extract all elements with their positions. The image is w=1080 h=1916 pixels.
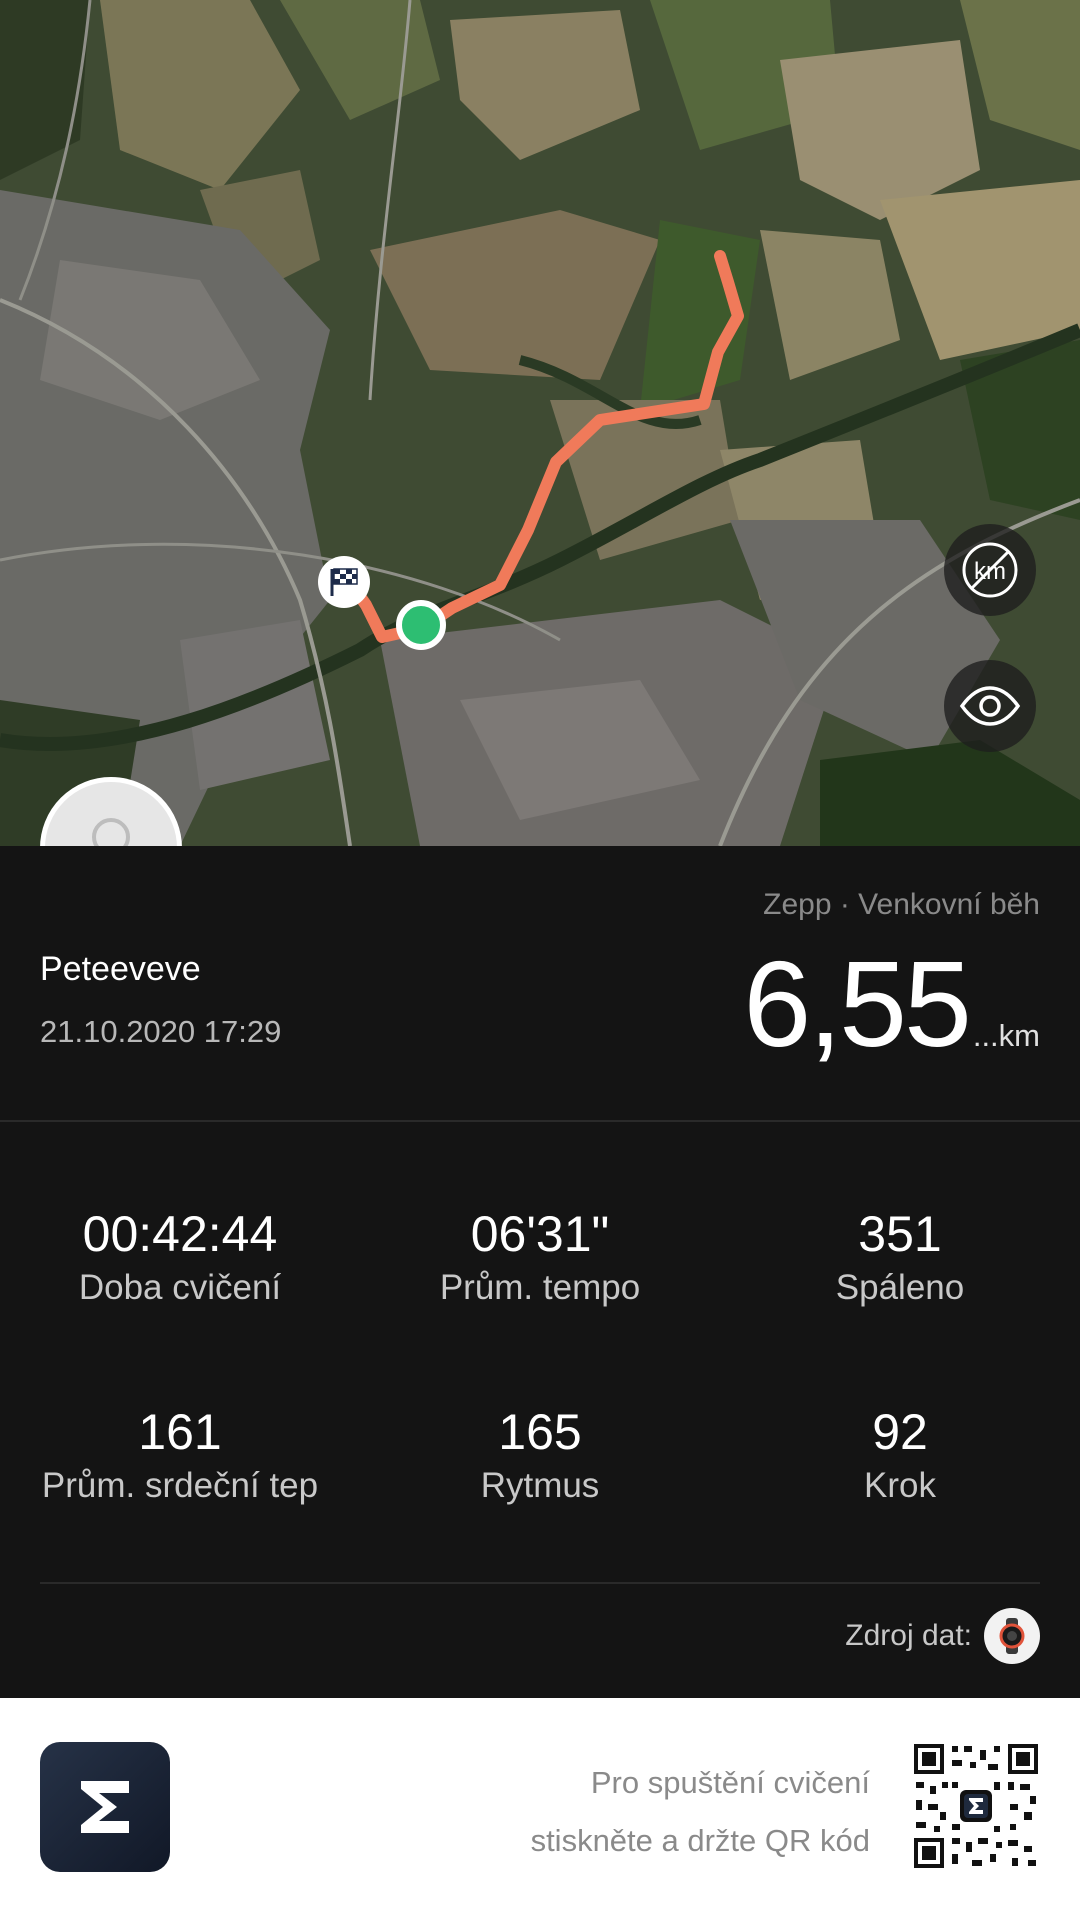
device-button[interactable] bbox=[984, 1608, 1040, 1664]
workout-summary-panel: Peteeveve 21.10.2020 17:29 Zepp · Venkov… bbox=[0, 846, 1080, 1692]
start-marker bbox=[396, 600, 446, 650]
stat-label: Prům. tempo bbox=[439, 1268, 641, 1307]
stat-value: 161 bbox=[138, 1404, 222, 1460]
workout-datetime: 21.10.2020 17:29 bbox=[40, 1014, 282, 1049]
app-logo bbox=[40, 1742, 170, 1872]
user-name: Peteeveve bbox=[40, 950, 201, 988]
visibility-button[interactable] bbox=[944, 660, 1036, 752]
stat-value: 00:42:44 bbox=[82, 1206, 278, 1262]
divider bbox=[40, 1582, 1040, 1584]
watch-icon bbox=[999, 1618, 1025, 1654]
distance-unit: ...km bbox=[972, 1018, 1040, 1053]
stat-value: 06'31" bbox=[470, 1206, 610, 1262]
finish-marker bbox=[318, 556, 370, 608]
qr-instructions-line1: Pro spuštění cvičení bbox=[590, 1765, 870, 1800]
stat-pace: 06'31" Prům. tempo bbox=[360, 1204, 720, 1310]
stat-value: 165 bbox=[498, 1404, 582, 1460]
route-overlay bbox=[346, 250, 744, 643]
qr-code-icon[interactable] bbox=[912, 1742, 1040, 1870]
zepp-logo-icon bbox=[81, 1781, 129, 1833]
data-source: Zdroj dat: bbox=[845, 1608, 1040, 1664]
stat-duration: 00:42:44 Doba cvičení bbox=[0, 1204, 360, 1310]
stat-stride: 92 Krok bbox=[720, 1402, 1080, 1508]
qr-instructions-line2: stiskněte a držte QR kód bbox=[530, 1823, 870, 1858]
stat-label: Prům. srdeční tep bbox=[41, 1466, 319, 1505]
checkered-flag-icon bbox=[330, 568, 358, 596]
stat-cadence: 165 Rytmus bbox=[360, 1402, 720, 1508]
stat-label: Spáleno bbox=[835, 1268, 965, 1307]
eye-icon bbox=[959, 686, 1021, 726]
qr-instructions: Pro spuštění cvičení stiskněte a držte Q… bbox=[531, 1754, 870, 1870]
activity-source: Zepp · Venkovní běh bbox=[763, 888, 1040, 921]
stat-value: 351 bbox=[858, 1206, 942, 1262]
hide-km-markers-button[interactable]: km bbox=[944, 524, 1036, 616]
distance-value: 6,55 bbox=[743, 936, 971, 1072]
share-footer: Pro spuštění cvičení stiskněte a držte Q… bbox=[0, 1698, 1080, 1916]
distance-display: 6,55 ...km bbox=[743, 934, 1040, 1074]
divider bbox=[0, 1120, 1080, 1122]
km-off-icon: km bbox=[962, 542, 1018, 598]
stat-label: Rytmus bbox=[480, 1466, 600, 1505]
data-source-label: Zdroj dat: bbox=[845, 1619, 972, 1652]
stat-value: 92 bbox=[872, 1404, 928, 1460]
stat-calories: 351 Spáleno bbox=[720, 1204, 1080, 1310]
stat-label: Krok bbox=[864, 1466, 936, 1505]
route-line bbox=[346, 250, 744, 643]
stat-heart-rate: 161 Prům. srdeční tep bbox=[0, 1402, 360, 1508]
stat-label: Doba cvičení bbox=[78, 1268, 282, 1307]
route-map[interactable]: km bbox=[0, 0, 1080, 846]
